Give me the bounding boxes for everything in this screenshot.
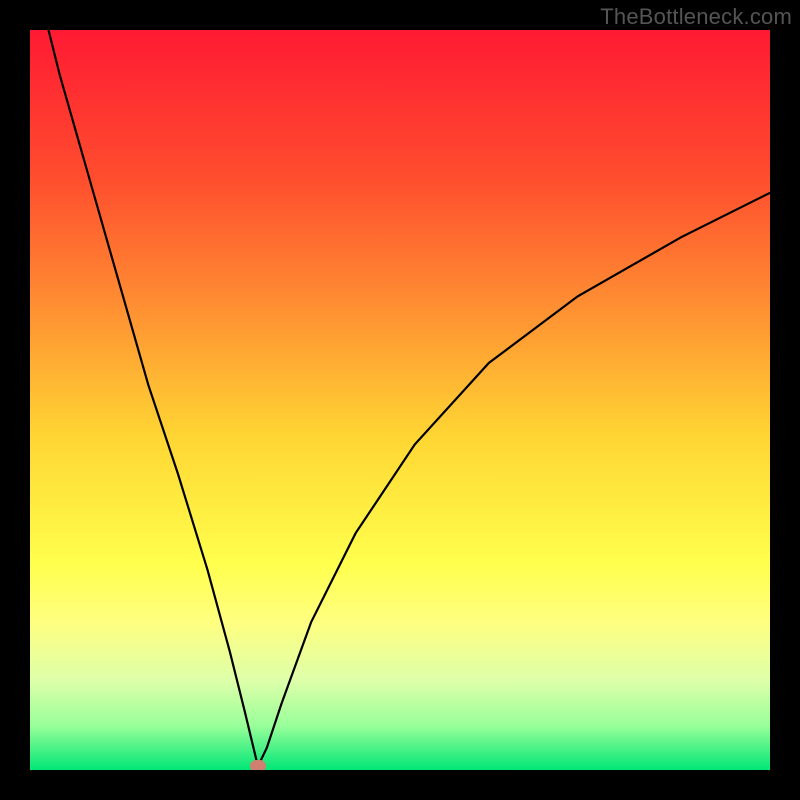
- watermark-text: TheBottleneck.com: [600, 4, 792, 30]
- bottleneck-curve: [30, 30, 770, 770]
- plot-area: [30, 30, 770, 770]
- minimum-marker: [250, 760, 266, 770]
- chart-frame: TheBottleneck.com: [0, 0, 800, 800]
